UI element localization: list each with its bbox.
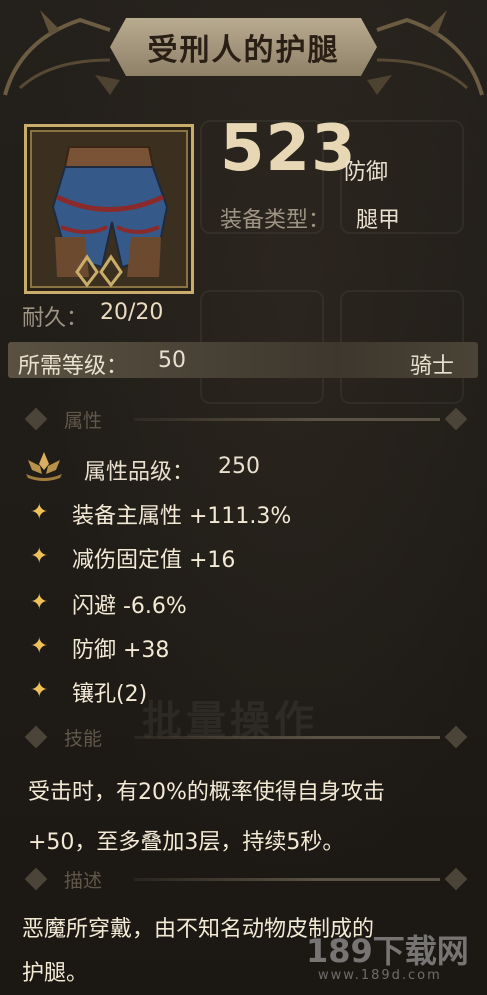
attribute-grade-value: 250 — [218, 454, 260, 479]
defense-value: 523 — [220, 112, 357, 186]
item-icon-frame — [24, 124, 194, 294]
star-icon: ✦ — [30, 678, 49, 703]
skill-line: 受击时，有20%的概率使得自身攻击 — [28, 780, 385, 805]
section-divider-attributes: 属性 — [14, 406, 476, 436]
title-plate: 受刑人的护腿 — [110, 18, 377, 76]
watermark-url: www.189d.com — [318, 968, 442, 983]
item-tooltip-panel: 受刑人的护腿 523 防御 装备类型： 腿甲 耐久： 20/20 所需等级： 5… — [0, 0, 487, 995]
durability-value: 20/20 — [100, 300, 164, 325]
equipment-type-label: 装备类型： — [220, 208, 331, 233]
durability-label: 耐久： — [22, 306, 89, 331]
diamond-icon — [24, 725, 48, 749]
defense-label: 防御 — [344, 160, 389, 185]
section-title: 描述 — [64, 870, 103, 892]
divider-line — [134, 418, 440, 421]
diamond-icon — [24, 867, 48, 891]
divider-line — [134, 878, 440, 881]
attribute-text: 减伤固定值 +16 — [72, 548, 236, 573]
divider-line — [134, 736, 440, 739]
attribute-text: 防御 +38 — [72, 638, 170, 663]
attribute-text: 装备主属性 +111.3% — [72, 504, 292, 529]
required-level-label: 所需等级： — [18, 354, 129, 379]
attribute-text: 闪避 -6.6% — [72, 594, 187, 619]
lotus-icon — [26, 452, 62, 481]
skill-description: 受击时，有20%的概率使得自身攻击 +50，至多叠加3层，持续5秒。 — [28, 768, 474, 868]
watermark-logo: 189下载网 — [306, 932, 469, 970]
section-title: 技能 — [64, 728, 103, 750]
star-icon: ✦ — [30, 590, 49, 615]
leg-armor-icon — [33, 133, 185, 288]
section-title: 属性 — [64, 410, 103, 432]
section-divider-description: 描述 — [14, 866, 476, 896]
diamond-icon — [24, 407, 48, 431]
skill-line: +50，至多叠加3层，持续5秒。 — [28, 830, 345, 855]
attribute-text: 镶孔(2) — [72, 682, 148, 707]
star-icon: ✦ — [30, 500, 49, 525]
required-level-value: 50 — [158, 348, 186, 373]
equipment-type-value: 腿甲 — [356, 208, 401, 233]
item-title: 受刑人的护腿 — [147, 33, 340, 68]
section-divider-skill: 技能 — [14, 724, 476, 754]
star-icon: ✦ — [30, 544, 49, 569]
tooltip-header: 受刑人的护腿 — [0, 0, 487, 100]
diamond-icon — [444, 407, 468, 431]
diamond-icon — [444, 867, 468, 891]
attribute-grade-label: 属性品级： — [84, 460, 195, 485]
star-icon: ✦ — [30, 634, 49, 659]
class-value: 骑士 — [410, 354, 455, 379]
diamond-icon — [444, 725, 468, 749]
